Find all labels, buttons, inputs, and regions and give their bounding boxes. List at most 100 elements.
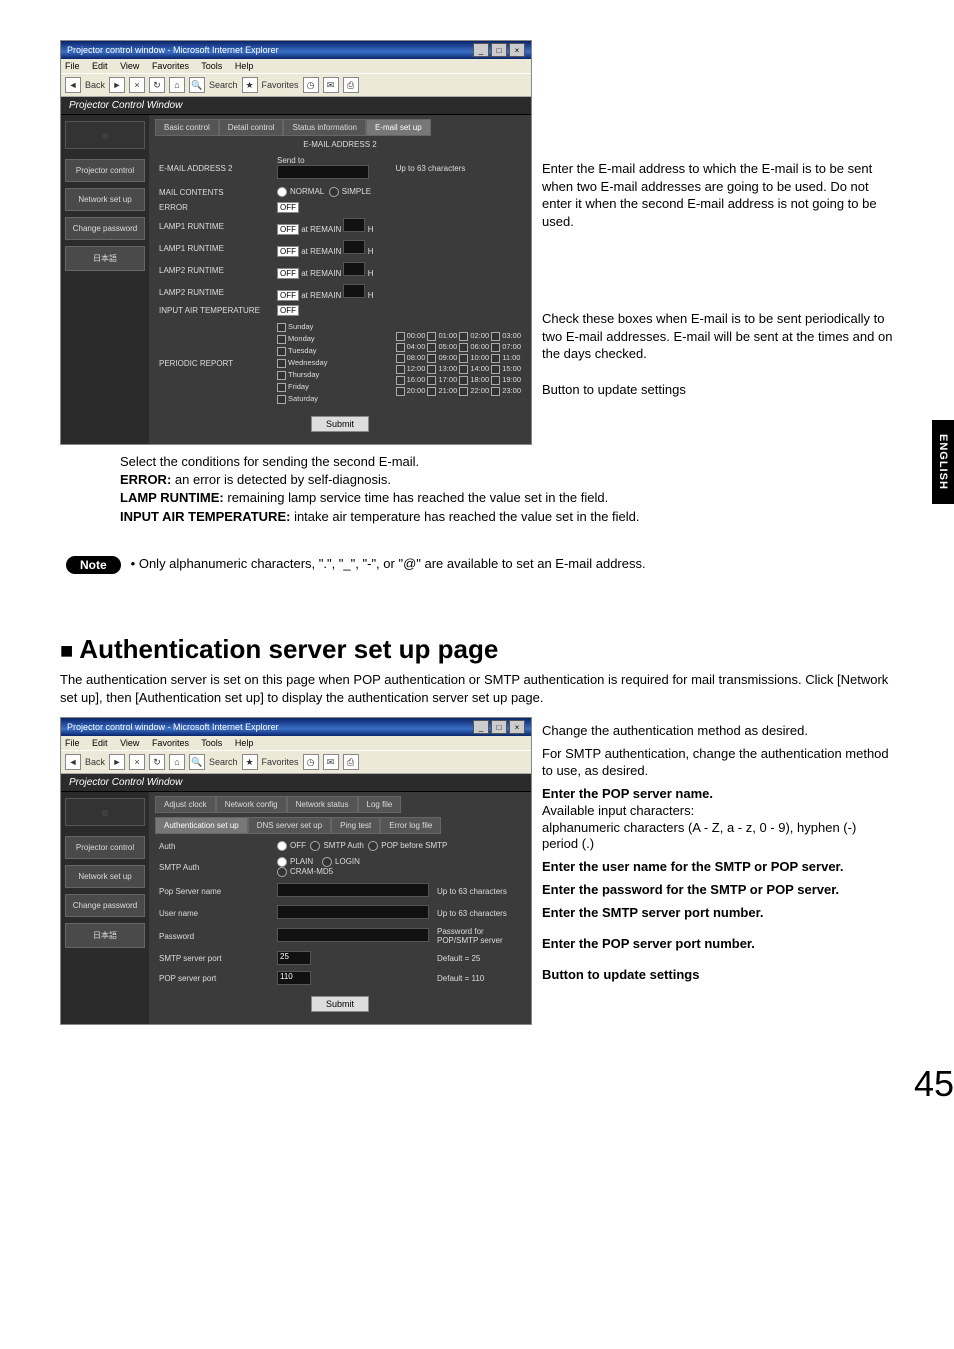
- print-icon[interactable]: ⎙: [343, 77, 359, 93]
- chk-time[interactable]: [427, 343, 436, 352]
- search-icon[interactable]: 🔍: [189, 77, 205, 93]
- tab-status-information[interactable]: Status information: [283, 119, 365, 136]
- chk-time[interactable]: [459, 387, 468, 396]
- back-icon[interactable]: ◄: [65, 754, 81, 770]
- tab-dns-server-setup[interactable]: DNS server set up: [248, 817, 331, 834]
- chk-wednesday[interactable]: [277, 359, 286, 368]
- minimize-icon[interactable]: _: [473, 720, 489, 734]
- chk-time[interactable]: [396, 343, 405, 352]
- maximize-icon[interactable]: □: [491, 43, 507, 57]
- radio-normal[interactable]: [277, 187, 287, 197]
- menu-help[interactable]: Help: [235, 738, 254, 748]
- menu-favorites[interactable]: Favorites: [152, 61, 189, 71]
- radio-auth-smtp[interactable]: [310, 841, 320, 851]
- mail-icon[interactable]: ✉: [323, 77, 339, 93]
- tab-network-status[interactable]: Network status: [287, 796, 358, 813]
- close-icon[interactable]: ×: [509, 720, 525, 734]
- mail-icon[interactable]: ✉: [323, 754, 339, 770]
- chk-thursday[interactable]: [277, 371, 286, 380]
- chk-friday[interactable]: [277, 383, 286, 392]
- history-icon[interactable]: ◷: [303, 754, 319, 770]
- sidebar-change-password[interactable]: Change password: [65, 217, 145, 240]
- menu-tools[interactable]: Tools: [201, 61, 222, 71]
- chk-monday[interactable]: [277, 335, 286, 344]
- chk-time[interactable]: [427, 376, 436, 385]
- chk-time[interactable]: [491, 332, 500, 341]
- sidebar-change-password[interactable]: Change password: [65, 894, 145, 917]
- user-name-input[interactable]: [277, 905, 429, 919]
- radio-simple[interactable]: [329, 187, 339, 197]
- chk-time[interactable]: [459, 354, 468, 363]
- chk-time[interactable]: [427, 387, 436, 396]
- select-lamp2a[interactable]: OFF: [277, 268, 299, 279]
- menu-file[interactable]: File: [65, 61, 80, 71]
- chk-time[interactable]: [396, 387, 405, 396]
- submit-button-2[interactable]: Submit: [311, 996, 369, 1012]
- chk-time[interactable]: [491, 376, 500, 385]
- select-lamp2b[interactable]: OFF: [277, 290, 299, 301]
- tab-network-config[interactable]: Network config: [216, 796, 287, 813]
- refresh-icon[interactable]: ↻: [149, 754, 165, 770]
- menu-tools[interactable]: Tools: [201, 738, 222, 748]
- input-lamp2a-h[interactable]: [343, 262, 365, 276]
- chk-time[interactable]: [396, 376, 405, 385]
- chk-time[interactable]: [491, 354, 500, 363]
- menu-help[interactable]: Help: [235, 61, 254, 71]
- chk-sunday[interactable]: [277, 323, 286, 332]
- radio-login[interactable]: [322, 857, 332, 867]
- sidebar-projector-control[interactable]: Projector control: [65, 836, 145, 859]
- maximize-icon[interactable]: □: [491, 720, 507, 734]
- radio-cram[interactable]: [277, 867, 287, 877]
- tab-adjust-clock[interactable]: Adjust clock: [155, 796, 216, 813]
- chk-time[interactable]: [459, 365, 468, 374]
- menu-edit[interactable]: Edit: [92, 61, 108, 71]
- home-icon[interactable]: ⌂: [169, 754, 185, 770]
- chk-tuesday[interactable]: [277, 347, 286, 356]
- select-lamp1a[interactable]: OFF: [277, 224, 299, 235]
- radio-plain[interactable]: [277, 857, 287, 867]
- chk-saturday[interactable]: [277, 395, 286, 404]
- input-lamp1b-h[interactable]: [343, 240, 365, 254]
- radio-auth-off[interactable]: [277, 841, 287, 851]
- home-icon[interactable]: ⌂: [169, 77, 185, 93]
- sidebar-network-setup[interactable]: Network set up: [65, 188, 145, 211]
- input-lamp1a-h[interactable]: [343, 218, 365, 232]
- chk-time[interactable]: [459, 332, 468, 341]
- radio-auth-pop[interactable]: [368, 841, 378, 851]
- chk-time[interactable]: [459, 343, 468, 352]
- chk-time[interactable]: [491, 387, 500, 396]
- sidebar-japanese[interactable]: 日本語: [65, 923, 145, 948]
- forward-icon[interactable]: ►: [109, 77, 125, 93]
- chk-time[interactable]: [396, 332, 405, 341]
- history-icon[interactable]: ◷: [303, 77, 319, 93]
- tab-ping-test[interactable]: Ping test: [331, 817, 380, 834]
- menu-edit[interactable]: Edit: [92, 738, 108, 748]
- search-icon[interactable]: 🔍: [189, 754, 205, 770]
- stop-icon[interactable]: ×: [129, 754, 145, 770]
- close-icon[interactable]: ×: [509, 43, 525, 57]
- chk-time[interactable]: [459, 376, 468, 385]
- select-lamp1b[interactable]: OFF: [277, 246, 299, 257]
- chk-time[interactable]: [396, 354, 405, 363]
- smtp-port-input[interactable]: 25: [277, 951, 311, 965]
- tab-basic-control[interactable]: Basic control: [155, 119, 219, 136]
- forward-icon[interactable]: ►: [109, 754, 125, 770]
- tab-detail-control[interactable]: Detail control: [219, 119, 284, 136]
- pop-server-input[interactable]: [277, 883, 429, 897]
- tab-log-file[interactable]: Log file: [358, 796, 402, 813]
- submit-button[interactable]: Submit: [311, 416, 369, 432]
- favorites-icon[interactable]: ★: [242, 77, 258, 93]
- email-address-2-input[interactable]: [277, 165, 369, 179]
- menu-favorites[interactable]: Favorites: [152, 738, 189, 748]
- pop-port-input[interactable]: 110: [277, 971, 311, 985]
- refresh-icon[interactable]: ↻: [149, 77, 165, 93]
- tab-error-log-file[interactable]: Error log file: [380, 817, 441, 834]
- menu-file[interactable]: File: [65, 738, 80, 748]
- minimize-icon[interactable]: _: [473, 43, 489, 57]
- back-icon[interactable]: ◄: [65, 77, 81, 93]
- chk-time[interactable]: [491, 365, 500, 374]
- sidebar-network-setup[interactable]: Network set up: [65, 865, 145, 888]
- select-air-temp[interactable]: OFF: [277, 305, 299, 316]
- sidebar-japanese[interactable]: 日本語: [65, 246, 145, 271]
- chk-time[interactable]: [491, 343, 500, 352]
